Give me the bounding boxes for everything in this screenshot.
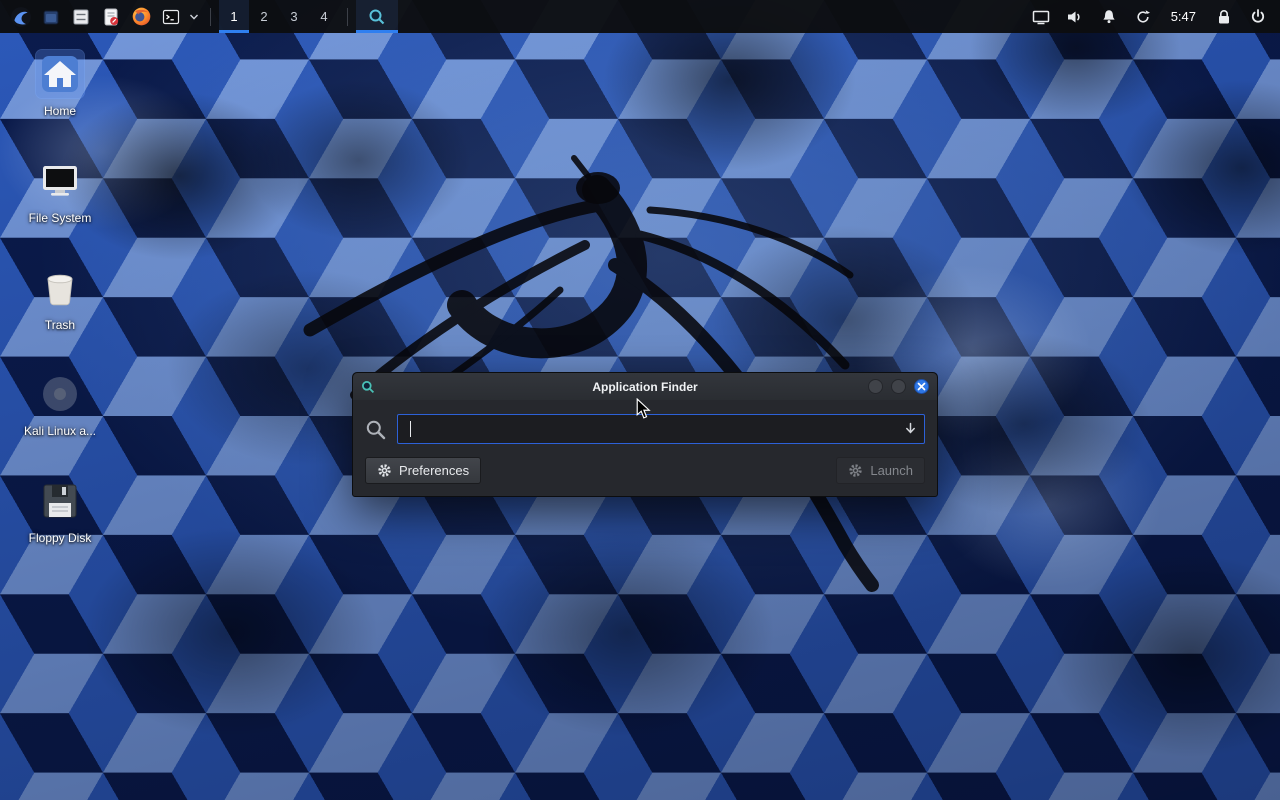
volume-icon [1065, 7, 1085, 27]
workspace-1[interactable]: 1 [219, 0, 249, 33]
chevron-down-icon [189, 12, 199, 22]
search-row [365, 414, 925, 444]
desktop-icon-list: Home File System Trash [12, 50, 108, 546]
screen-lock-button[interactable] [1210, 0, 1238, 33]
minimize-button[interactable] [868, 379, 883, 394]
maximize-button[interactable] [891, 379, 906, 394]
file-cabinet-launcher[interactable] [66, 0, 96, 33]
lock-icon [1214, 7, 1234, 27]
file-system-icon [36, 157, 84, 205]
dropdown-arrow-icon [904, 422, 917, 435]
file-cabinet-icon [71, 7, 91, 27]
trash-icon [36, 264, 84, 312]
floppy-disk-icon [36, 477, 84, 525]
notifications-button[interactable] [1095, 0, 1123, 33]
terminal-menu-button[interactable] [186, 0, 202, 33]
launch-label: Launch [870, 463, 913, 478]
terminal-icon [161, 7, 181, 27]
desktop-icon-label: Floppy Disk [29, 532, 92, 546]
display-icon [1031, 7, 1051, 27]
workspace-2[interactable]: 2 [249, 0, 279, 33]
power-icon [1248, 7, 1268, 27]
desktop-icon-kali-linux[interactable]: Kali Linux a... [12, 370, 108, 439]
application-finder-window-icon [361, 380, 375, 394]
volume-button[interactable] [1061, 0, 1089, 33]
desktop-icon-label: Kali Linux a... [24, 425, 96, 439]
terminal-launcher[interactable] [156, 0, 186, 33]
text-editor-icon [101, 7, 121, 27]
window-body: Preferences Launch [353, 400, 937, 496]
desktop-icon-label: File System [29, 212, 92, 226]
sync-status-button[interactable] [1129, 0, 1157, 33]
workspace-switcher: 1 2 3 4 [219, 0, 339, 33]
titlebar[interactable]: Application Finder [353, 373, 937, 400]
notifications-bell-icon [1099, 7, 1119, 27]
launch-button[interactable]: Launch [836, 457, 925, 484]
kali-menu-button[interactable] [6, 0, 36, 33]
window-controls [868, 379, 929, 394]
preferences-button[interactable]: Preferences [365, 457, 481, 484]
button-row: Preferences Launch [365, 457, 925, 484]
preferences-label: Preferences [399, 463, 469, 478]
home-icon [36, 50, 84, 98]
search-input[interactable] [397, 414, 925, 444]
desktop-icon-label: Trash [45, 319, 75, 333]
firefox-icon [131, 6, 152, 27]
gear-icon [377, 463, 392, 478]
display-settings-button[interactable] [1027, 0, 1055, 33]
firefox-launcher[interactable] [126, 0, 156, 33]
top-panel: 1 2 3 4 [0, 0, 1280, 33]
workspace-3[interactable]: 3 [279, 0, 309, 33]
kali-logo-icon [10, 6, 32, 28]
panel-separator [210, 8, 211, 26]
text-caret [410, 421, 411, 437]
desktop-icon-home[interactable]: Home [12, 50, 108, 119]
text-editor-launcher[interactable] [96, 0, 126, 33]
desktop-icon-file-system[interactable]: File System [12, 157, 108, 226]
desktop-icon-label: Home [44, 105, 76, 119]
window-title: Application Finder [353, 380, 937, 394]
clock[interactable]: 5:47 [1163, 0, 1204, 33]
close-icon [917, 382, 926, 391]
search-history-dropdown[interactable] [904, 422, 917, 435]
file-manager-launcher[interactable] [36, 0, 66, 33]
desktop-icon-trash[interactable]: Trash [12, 264, 108, 333]
workspace-4[interactable]: 4 [309, 0, 339, 33]
desktop-icon-floppy-disk[interactable]: Floppy Disk [12, 477, 108, 546]
search-icon [365, 419, 386, 440]
panel-separator [347, 8, 348, 26]
panel-right-cluster: 5:47 [1027, 0, 1274, 33]
launch-icon [848, 463, 863, 478]
power-button[interactable] [1244, 0, 1272, 33]
file-manager-icon [41, 7, 61, 27]
search-input-wrap [397, 414, 925, 444]
panel-left-cluster: 1 2 3 4 [6, 0, 398, 33]
kali-disc-icon [36, 370, 84, 418]
close-button[interactable] [914, 379, 929, 394]
sync-icon [1133, 7, 1153, 27]
application-finder-taskbar-icon [368, 8, 386, 26]
application-finder-window: Application Finder [352, 372, 938, 497]
taskbar-application-finder-button[interactable] [356, 0, 398, 33]
